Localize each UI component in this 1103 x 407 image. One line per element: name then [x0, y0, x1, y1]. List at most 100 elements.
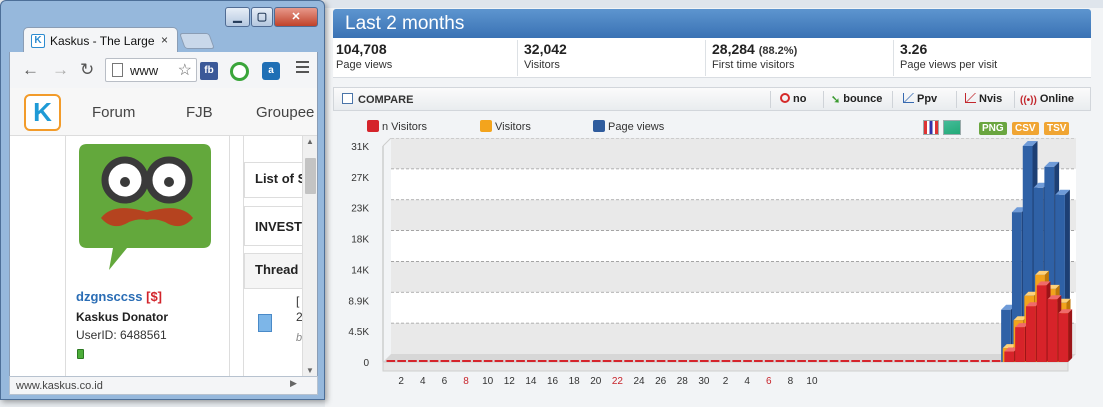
legend-new-visitors[interactable]: n Visitors: [367, 120, 427, 133]
facebook-extension-icon[interactable]: fb: [200, 62, 218, 80]
nav-groupee[interactable]: Groupee: [256, 104, 314, 121]
kpi-label: Visitors: [524, 59, 560, 71]
empty-day-marker: [408, 360, 417, 362]
legend-visitors[interactable]: Visitors: [480, 120, 531, 133]
online-button[interactable]: ((•)) Online: [1020, 93, 1074, 106]
empty-day-marker: [959, 360, 969, 362]
nav-fjb[interactable]: FJB: [186, 104, 213, 121]
empty-day-marker: [397, 360, 406, 362]
bar-n-visitors: [1025, 306, 1036, 362]
legend-swatch: [593, 120, 605, 132]
x-tick-label: 2: [723, 376, 729, 387]
kpi-page-views: 104,708 Page views: [336, 41, 392, 75]
empty-day-marker: [667, 360, 677, 362]
bounce-label: bounce: [843, 93, 883, 105]
empty-day-marker: [764, 360, 774, 362]
empty-day-marker: [970, 360, 979, 362]
status-bar: www.kaskus.co.id ▶: [9, 376, 318, 395]
username-text: dzgnsccss: [76, 289, 143, 304]
scroll-up-arrow-icon[interactable]: ▲: [306, 137, 314, 146]
empty-day-marker: [516, 360, 525, 362]
y-tick-label: 14K: [351, 265, 369, 276]
empty-day-marker: [624, 360, 633, 362]
axis-edge: [382, 138, 392, 147]
empty-day-marker: [981, 360, 990, 362]
empty-day-marker: [937, 360, 947, 362]
browser-tab[interactable]: K Kaskus - The Largest ×: [23, 27, 178, 53]
ppv-button[interactable]: Ppv: [903, 93, 937, 105]
new-tab-button[interactable]: [179, 33, 215, 49]
close-window-button[interactable]: ✕: [274, 7, 318, 27]
bar-chart-type-icon[interactable]: [923, 120, 939, 135]
green-circle-extension-icon[interactable]: [230, 62, 249, 81]
empty-day-marker: [710, 360, 720, 362]
x-tick-label: 24: [633, 376, 645, 387]
empty-day-marker: [689, 360, 698, 362]
legend-label: Visitors: [495, 121, 531, 133]
empty-day-marker: [699, 360, 709, 362]
profile-card: dzgnsccss [$] Kaskus Donator UserID: 648…: [65, 136, 230, 376]
scrollbar-thumb[interactable]: [305, 158, 316, 194]
nav-forum[interactable]: Forum: [92, 104, 135, 121]
empty-day-marker: [786, 360, 796, 362]
toolbar-divider: [770, 91, 771, 108]
bookmark-star-icon[interactable]: ☆: [178, 60, 192, 80]
empty-day-marker: [494, 360, 504, 362]
empty-day-marker: [818, 360, 828, 362]
kpi-visitors: 32,042 Visitors: [524, 41, 567, 75]
ppv-chart-icon: [903, 93, 914, 103]
empty-day-marker: [429, 360, 439, 362]
vertical-scrollbar[interactable]: ▲ ▼: [302, 136, 317, 376]
compare-icon: [342, 93, 353, 104]
export-tsv-button[interactable]: TSV: [1044, 122, 1070, 135]
scroll-right-arrow-icon[interactable]: ▶: [290, 378, 297, 389]
tab-close-icon[interactable]: ×: [161, 33, 168, 47]
x-tick-label: 8: [788, 376, 794, 387]
y-tick-label: 0: [363, 358, 369, 369]
x-tick-label: 2: [398, 376, 404, 387]
minimize-button[interactable]: ▁: [225, 7, 250, 27]
address-bar[interactable]: www ☆: [105, 58, 197, 82]
empty-day-marker: [602, 360, 612, 362]
bounce-button[interactable]: ➘ bounce: [831, 93, 882, 106]
compare-label: COMPARE: [358, 94, 414, 106]
compare-button[interactable]: COMPARE: [342, 93, 413, 106]
profile-userid: UserID: 6488561: [76, 328, 167, 342]
kaskus-page: K Forum FJB Groupee dzgnsccss [$] Kaskus…: [9, 88, 318, 376]
bar-n-visitors: [1015, 327, 1025, 362]
export-png-button[interactable]: PNG: [979, 122, 1007, 135]
nvis-button[interactable]: Nvis: [965, 93, 1002, 105]
status-url: www.kaskus.co.id: [16, 380, 103, 392]
kaskus-logo[interactable]: K: [24, 94, 61, 131]
scroll-down-arrow-icon[interactable]: ▼: [306, 366, 314, 375]
legend-swatch: [480, 120, 492, 132]
x-tick-label: 22: [612, 376, 624, 387]
empty-day-marker: [872, 360, 882, 362]
legend-page-views[interactable]: Page views: [593, 120, 664, 133]
kaskus-favicon: K: [31, 34, 45, 48]
y-tick-label: 27K: [351, 173, 369, 184]
user-avatar[interactable]: [77, 140, 213, 272]
kpi-value: 32,042: [524, 41, 567, 57]
empty-day-marker: [916, 360, 925, 362]
x-tick-label: 4: [744, 376, 750, 387]
reload-icon[interactable]: ↻: [80, 60, 94, 80]
x-tick-label: 4: [420, 376, 426, 387]
empty-day-marker: [570, 360, 579, 362]
empty-day-marker: [656, 360, 666, 362]
kpi-value: 3.26: [900, 41, 928, 57]
profile-username[interactable]: dzgnsccss [$]: [76, 289, 162, 304]
maximize-button[interactable]: ▢: [251, 7, 273, 27]
toolbar-divider: [823, 91, 824, 108]
thread-snippet[interactable]: [: [296, 294, 299, 308]
export-csv-button[interactable]: CSV: [1012, 122, 1039, 135]
no-button[interactable]: no: [780, 93, 806, 105]
forward-icon[interactable]: →: [52, 60, 69, 80]
menu-icon[interactable]: [296, 61, 309, 76]
a-extension-icon[interactable]: a: [262, 62, 280, 80]
area-chart-type-icon[interactable]: [943, 120, 961, 135]
chart-band: [391, 168, 1076, 200]
empty-day-marker: [548, 360, 558, 362]
empty-day-marker: [678, 360, 688, 362]
back-icon[interactable]: ←: [22, 60, 39, 80]
